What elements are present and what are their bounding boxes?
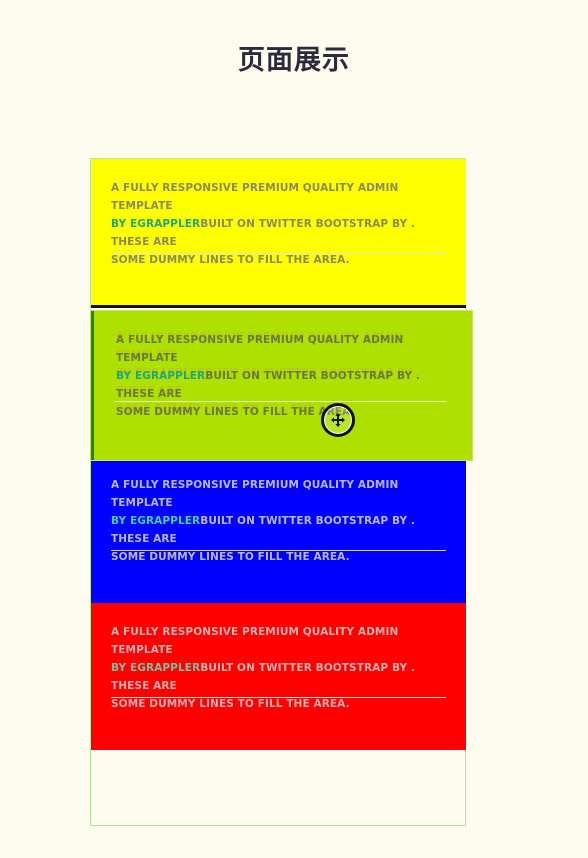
divider: [111, 697, 446, 698]
brand-link[interactable]: BY EGRAPPLER: [116, 370, 205, 382]
divider: [111, 550, 446, 551]
sortable-panel-red[interactable]: A FULLY RESPONSIVE PREMIUM QUALITY ADMIN…: [91, 603, 466, 750]
panel-text: A FULLY RESPONSIVE PREMIUM QUALITY ADMIN…: [111, 479, 416, 563]
move-cursor-icon: [321, 403, 355, 437]
divider: [114, 401, 446, 402]
panel-text: A FULLY RESPONSIVE PREMIUM QUALITY ADMIN…: [111, 182, 416, 266]
panel-text: A FULLY RESPONSIVE PREMIUM QUALITY ADMIN…: [116, 334, 421, 418]
divider: [111, 253, 446, 254]
drop-placeholder: [91, 305, 466, 308]
sortable-panel-blue[interactable]: A FULLY RESPONSIVE PREMIUM QUALITY ADMIN…: [91, 456, 466, 603]
brand-link[interactable]: BY EGRAPPLER: [111, 515, 200, 527]
brand-link[interactable]: BY EGRAPPLER: [111, 662, 200, 674]
sortable-panel-green-dragging[interactable]: A FULLY RESPONSIVE PREMIUM QUALITY ADMIN…: [91, 311, 472, 460]
page-title: 页面展示: [238, 45, 350, 76]
sortable-panel-yellow[interactable]: A FULLY RESPONSIVE PREMIUM QUALITY ADMIN…: [91, 159, 466, 306]
panel-text: A FULLY RESPONSIVE PREMIUM QUALITY ADMIN…: [111, 626, 416, 710]
brand-link[interactable]: BY EGRAPPLER: [111, 218, 200, 230]
